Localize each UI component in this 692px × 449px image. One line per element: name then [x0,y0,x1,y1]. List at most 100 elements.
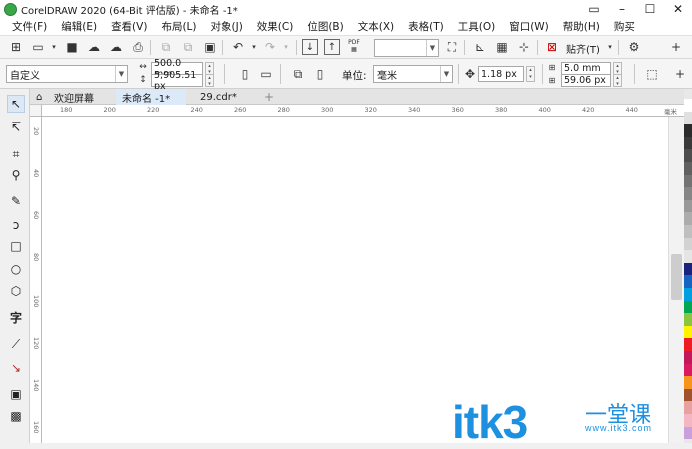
color-swatch[interactable] [684,237,692,251]
export-icon[interactable]: ↑ [324,39,340,55]
add-toolbar-icon[interactable]: + [668,39,684,55]
redo-dropdown-icon[interactable]: ▾ [278,39,294,55]
tab-welcome-screen[interactable]: 欢迎屏幕 [48,89,116,105]
show-rulers-icon[interactable]: ⊾ [472,39,488,55]
page-height-field[interactable]: 5,905.51 px [151,70,203,92]
duplicate-y-field[interactable]: 59.06 px [561,74,611,87]
transparency-icon[interactable]: ▩ [7,407,25,425]
undo-dropdown-icon[interactable]: ▾ [246,39,262,55]
color-swatch[interactable] [684,414,692,427]
duplicate-y-spinner[interactable]: ▴ ▾ [613,74,622,87]
nudge-distance-field[interactable]: 1.18 px [478,66,524,82]
color-swatch[interactable] [684,99,692,112]
undo-icon[interactable]: ↶ [230,39,246,55]
units-combo[interactable]: 毫米 ▼ [373,65,453,83]
nudge-spinner[interactable]: ▴ ▾ [526,66,535,82]
color-swatch[interactable] [684,338,692,351]
account-icon[interactable]: ▭ [580,0,608,18]
shape-tool-icon[interactable]: ↸ [7,118,25,136]
page-border-icon[interactable]: ⬚ [644,66,660,82]
freehand-tool-icon[interactable]: ✎ [7,192,25,210]
tab-29-cdr[interactable]: 29.cdr* [194,89,260,105]
new-document-icon[interactable]: ⊞ [8,39,24,55]
color-swatch[interactable] [684,376,692,389]
menu-text[interactable]: 文本(X) [350,19,400,34]
color-swatch[interactable] [684,111,692,125]
crop-tool-icon[interactable]: ⌗ [7,145,25,163]
zoom-tool-icon[interactable]: ⚲ [7,166,25,184]
import-icon[interactable]: ↓ [302,39,318,55]
color-swatch[interactable] [684,174,692,188]
color-swatch[interactable] [684,300,692,314]
menu-window[interactable]: 窗口(W) [501,19,555,34]
color-swatch[interactable] [684,212,692,225]
color-swatch[interactable] [684,388,692,402]
menu-buy[interactable]: 购买 [606,19,641,34]
color-swatch[interactable] [684,313,692,326]
menu-effects[interactable]: 效果(C) [249,19,300,34]
drop-shadow-icon[interactable]: ▣ [7,385,25,403]
menu-object[interactable]: 对象(J) [203,19,249,34]
color-swatch[interactable] [684,162,692,175]
color-swatch[interactable] [684,262,692,276]
menu-layout[interactable]: 布局(L) [153,19,202,34]
color-swatch[interactable] [684,351,692,364]
polygon-tool-icon[interactable]: ⬡ [7,282,25,300]
color-swatch[interactable] [684,275,692,288]
copy-icon[interactable]: ⧉ [180,39,196,55]
add-tab-button[interactable]: + [258,89,274,105]
page-preset-combo[interactable]: 自定义 ▼ [6,65,128,83]
text-tool-icon[interactable]: 字 [7,308,25,326]
color-swatch[interactable] [684,124,692,137]
save-icon[interactable]: ■ [64,39,80,55]
color-swatch[interactable] [684,187,692,200]
menu-view[interactable]: 查看(V) [103,19,153,34]
close-button[interactable]: ✕ [664,0,692,18]
color-swatch[interactable] [684,288,692,301]
menu-tools[interactable]: 工具(O) [450,19,501,34]
all-pages-icon[interactable]: ⧉ [290,66,306,82]
vertical-scrollbar[interactable] [668,117,684,443]
show-grid-icon[interactable]: ▦ [494,39,510,55]
page-preset-dropdown-icon[interactable]: ▼ [115,66,127,82]
menu-file[interactable]: 文件(F) [0,19,53,34]
print-icon[interactable]: ⎙ [130,39,146,55]
redo-icon[interactable]: ↷ [262,39,278,55]
minimize-button[interactable]: – [608,0,636,18]
menu-bitmaps[interactable]: 位图(B) [299,19,349,34]
vertical-scroll-thumb[interactable] [671,254,682,300]
color-swatch[interactable] [684,199,692,213]
home-icon[interactable]: ⌂ [30,89,48,105]
zoom-level-combo[interactable]: ▼ [374,39,439,57]
menu-help[interactable]: 帮助(H) [555,19,606,34]
menu-table[interactable]: 表格(T) [400,19,450,34]
color-swatch[interactable] [684,401,692,414]
open-dropdown-icon[interactable]: ▾ [46,39,62,55]
menu-edit[interactable]: 编辑(E) [53,19,103,34]
snap-dropdown-icon[interactable]: ▾ [602,39,618,55]
paste-icon[interactable]: ▣ [202,39,218,55]
cut-icon[interactable]: ⧉ [158,39,174,55]
rectangle-tool-icon[interactable]: □ [7,237,25,255]
maximize-button[interactable]: ☐ [636,0,664,18]
show-guidelines-icon[interactable]: ⊹ [516,39,532,55]
landscape-icon[interactable]: ▭ [258,66,274,82]
add-property-icon[interactable]: + [672,66,688,82]
ruler-corner[interactable] [30,105,42,117]
color-swatch[interactable] [684,363,692,377]
snap-to-icon[interactable]: ⊠ [544,39,560,55]
color-swatch[interactable] [684,136,692,150]
page-height-spinner[interactable]: ▴ ▾ [205,74,214,87]
color-swatch[interactable] [684,149,692,162]
horizontal-ruler[interactable]: 180 200 220 240 260 280 300 320 340 360 380 400 420 4… [42,105,684,117]
color-swatch[interactable] [684,426,692,440]
color-swatch[interactable] [684,325,692,339]
tab-untitled-1[interactable]: 未命名 -1* [116,89,186,105]
ellipse-tool-icon[interactable]: ○ [7,260,25,278]
connector-tool-icon[interactable]: ↘ [7,359,25,377]
drawing-canvas[interactable] [42,117,668,443]
vertical-ruler[interactable]: 20 40 60 80 100 120 140 160 [30,117,42,443]
options-gear-icon[interactable]: ⚙ [626,39,642,55]
pick-tool-icon[interactable]: ↖ [7,95,25,113]
zoom-dropdown-icon[interactable]: ▼ [426,40,438,56]
